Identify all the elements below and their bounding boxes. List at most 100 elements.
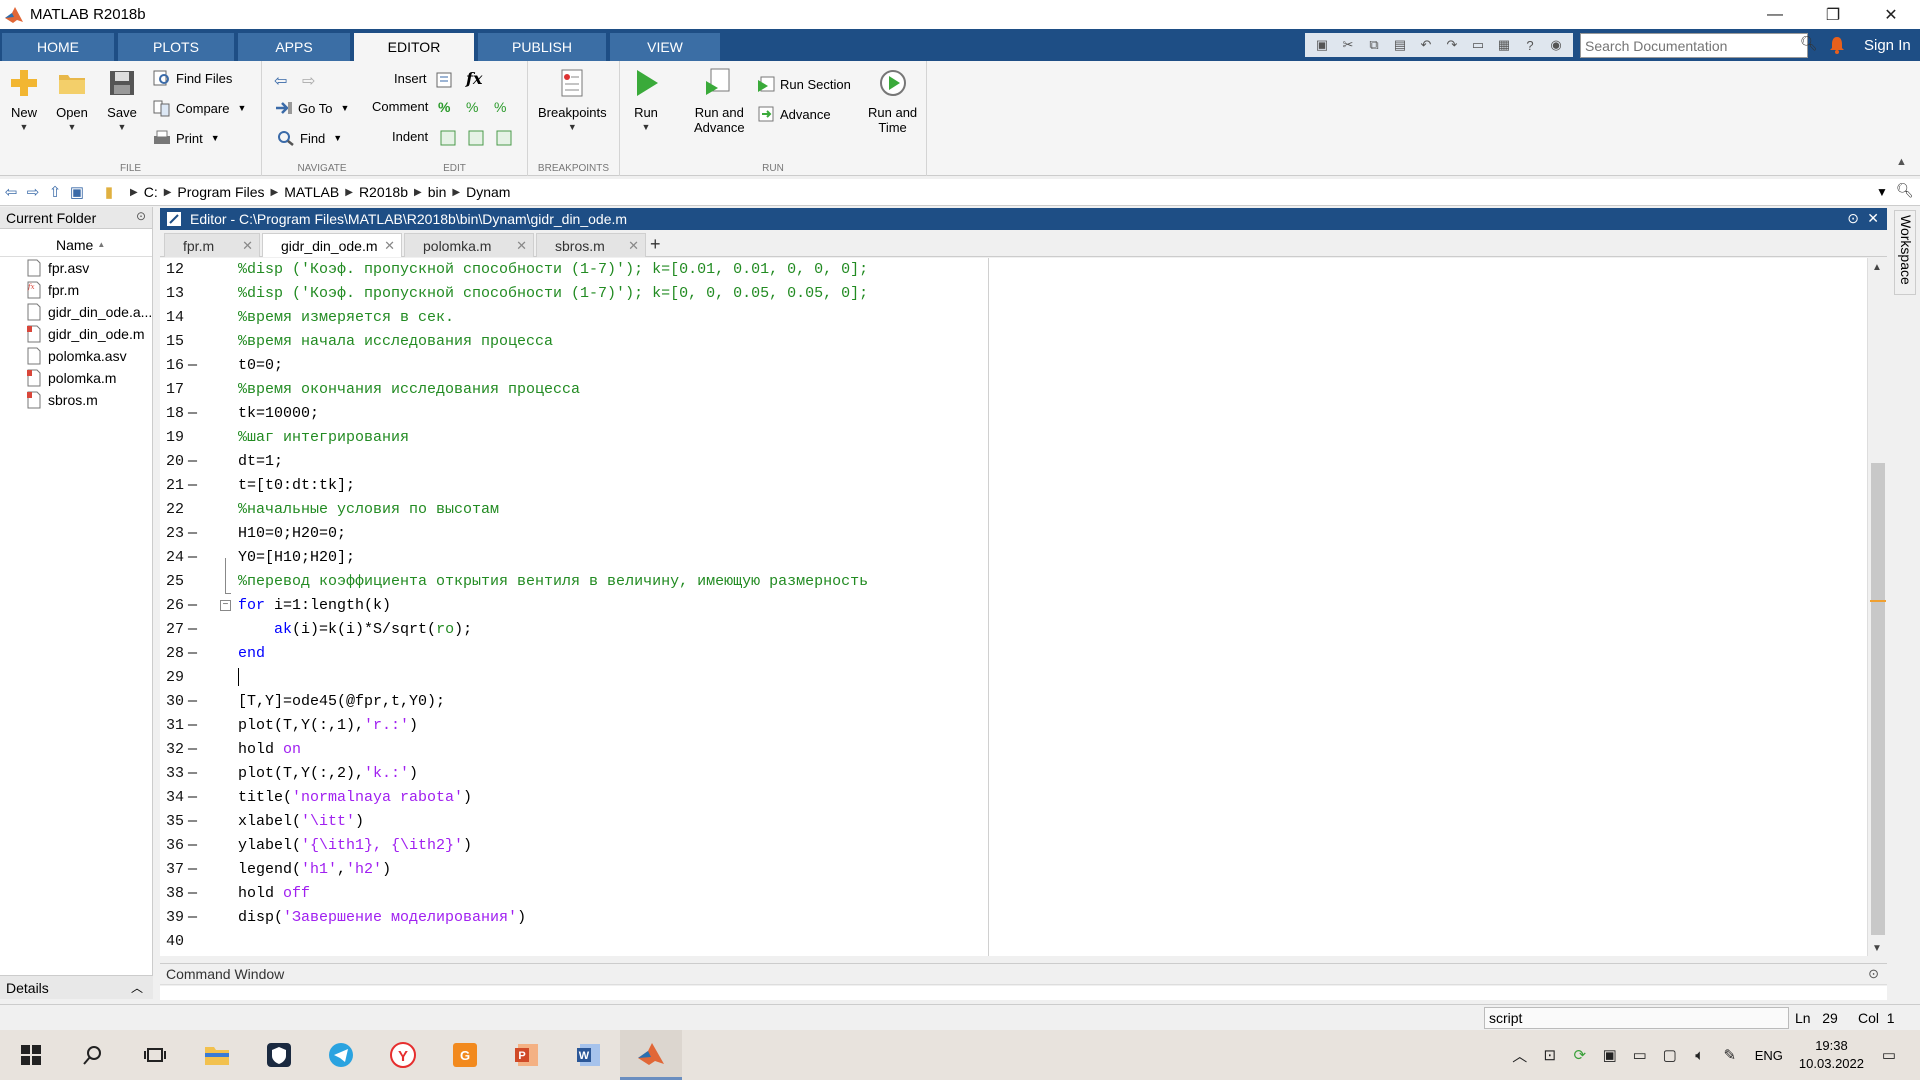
executable-line-marker[interactable]: —: [188, 810, 197, 834]
close-tab-icon[interactable]: ✕: [628, 238, 639, 254]
scroll-down-icon[interactable]: ▼: [1872, 943, 1882, 954]
up-folder-icon[interactable]: ⇧: [44, 181, 66, 203]
executable-line-marker[interactable]: —: [188, 882, 197, 906]
tab-polomka[interactable]: polomka.m ✕: [404, 233, 534, 257]
line-number[interactable]: 39: [160, 906, 184, 930]
input-language[interactable]: ENG: [1755, 1048, 1783, 1063]
tab-apps[interactable]: APPS: [238, 33, 350, 61]
taskbar-search-button[interactable]: [62, 1030, 124, 1080]
close-tab-icon[interactable]: ✕: [242, 238, 253, 254]
telegram-button[interactable]: [310, 1030, 372, 1080]
restore-button[interactable]: ❐: [1804, 0, 1862, 29]
run-and-advance-button[interactable]: Run and Advance: [694, 67, 745, 135]
smart-indent-icon[interactable]: [438, 129, 458, 147]
line-number[interactable]: 31: [160, 714, 184, 738]
code-line[interactable]: 17 %время окончания исследования процесса: [166, 378, 1838, 402]
line-number[interactable]: 37: [160, 858, 184, 882]
crumb-matlab[interactable]: MATLAB: [284, 184, 339, 200]
file-explorer-button[interactable]: [186, 1030, 248, 1080]
back-icon[interactable]: ⇦: [0, 181, 22, 203]
save-button[interactable]: Save ▼: [106, 67, 138, 135]
code-line[interactable]: 26— − for i=1:length(k): [166, 594, 1838, 618]
code-line[interactable]: 35— xlabel('\itt'): [166, 810, 1838, 834]
file-list-item[interactable]: polomka.asv: [0, 345, 152, 367]
executable-line-marker[interactable]: —: [188, 762, 197, 786]
line-number[interactable]: 33: [160, 762, 184, 786]
executable-line-marker[interactable]: —: [188, 594, 197, 618]
network-icon[interactable]: ▢: [1655, 1046, 1685, 1064]
add-tab-button[interactable]: +: [650, 234, 661, 255]
uncomment-icon[interactable]: %: [466, 99, 486, 117]
scrollbar-thumb[interactable]: [1871, 463, 1885, 935]
code-line[interactable]: 19 %шаг интегрирования: [166, 426, 1838, 450]
sign-in-link[interactable]: Sign In: [1864, 37, 1911, 54]
line-number[interactable]: 32: [160, 738, 184, 762]
comment-button[interactable]: Comment: [372, 99, 428, 114]
line-number[interactable]: 28: [160, 642, 184, 666]
line-number[interactable]: 23: [160, 522, 184, 546]
paste-icon[interactable]: ▤: [1387, 34, 1413, 56]
advance-button[interactable]: Advance: [756, 105, 831, 123]
display-icon[interactable]: ▣: [1595, 1046, 1625, 1064]
start-button[interactable]: [0, 1030, 62, 1080]
code-line[interactable]: 37— legend('h1','h2'): [166, 858, 1838, 882]
file-list-item[interactable]: gidr_din_ode.m: [0, 323, 152, 345]
layout-icon[interactable]: ▦: [1491, 34, 1517, 56]
line-number[interactable]: 16: [160, 354, 184, 378]
executable-line-marker[interactable]: —: [188, 618, 197, 642]
minimize-button[interactable]: —: [1746, 0, 1804, 29]
executable-line-marker[interactable]: —: [188, 402, 197, 426]
close-button[interactable]: ✕: [1862, 0, 1920, 29]
run-and-time-button[interactable]: Run and Time: [868, 67, 917, 135]
line-number[interactable]: 34: [160, 786, 184, 810]
executable-line-marker[interactable]: —: [188, 450, 197, 474]
line-number[interactable]: 29: [160, 666, 184, 690]
code-line[interactable]: 40: [166, 930, 1838, 954]
tab-fpr[interactable]: fpr.m ✕: [164, 233, 260, 257]
close-tab-icon[interactable]: ✕: [516, 238, 527, 254]
executable-line-marker[interactable]: —: [188, 354, 197, 378]
close-tab-icon[interactable]: ✕: [384, 238, 395, 254]
file-list-item[interactable]: gidr_din_ode.a...: [0, 301, 152, 323]
insert-section-icon[interactable]: [434, 71, 454, 89]
line-number[interactable]: 22: [160, 498, 184, 522]
yandex-browser-button[interactable]: Y: [372, 1030, 434, 1080]
code-line[interactable]: 27— ak(i)=k(i)*S/sqrt(ro);: [166, 618, 1838, 642]
collapse-ribbon-icon[interactable]: ▲: [1896, 156, 1907, 168]
forward-icon[interactable]: ⇨: [22, 181, 44, 203]
line-number[interactable]: 19: [160, 426, 184, 450]
battery-icon[interactable]: ▭: [1625, 1046, 1655, 1064]
crumb-bin[interactable]: bin: [428, 184, 447, 200]
executable-line-marker[interactable]: —: [188, 546, 197, 570]
command-window[interactable]: [160, 986, 1887, 1000]
code-line[interactable]: 18— tk=10000;: [166, 402, 1838, 426]
line-number[interactable]: 27: [160, 618, 184, 642]
executable-line-marker[interactable]: —: [188, 642, 197, 666]
code-line[interactable]: 23— H10=0;H20=0;: [166, 522, 1838, 546]
code-line[interactable]: 39— disp('Завершение моделирования'): [166, 906, 1838, 930]
code-line[interactable]: 36— ylabel('{\ith1}, {\ith2}'): [166, 834, 1838, 858]
crumb-dynam[interactable]: Dynam: [466, 184, 510, 200]
back-arrow-icon[interactable]: ⇦: [274, 71, 294, 90]
code-line[interactable]: 25 %перевод коэффициента открытия вентиля…: [166, 570, 1838, 594]
code-line[interactable]: 30— [T,Y]=ode45(@fpr,t,Y0);: [166, 690, 1838, 714]
webcam-icon[interactable]: ⊡: [1535, 1046, 1565, 1064]
vpn-app-button[interactable]: [248, 1030, 310, 1080]
line-number[interactable]: 20: [160, 450, 184, 474]
volume-icon[interactable]: 🔈︎: [1685, 1047, 1715, 1064]
tab-editor[interactable]: EDITOR: [354, 33, 474, 61]
code-lines[interactable]: 12 %disp ('Коэф. пропускной способности (…: [166, 258, 1838, 954]
line-number[interactable]: 26: [160, 594, 184, 618]
save-icon[interactable]: ▣: [1309, 34, 1335, 56]
find-button[interactable]: Find ▼: [276, 129, 342, 147]
breakpoints-button[interactable]: Breakpoints ▼: [538, 67, 607, 135]
code-editor[interactable]: 12 %disp ('Коэф. пропускной способности (…: [160, 258, 1887, 956]
executable-line-marker[interactable]: —: [188, 906, 197, 930]
crumb-r2018b[interactable]: R2018b: [359, 184, 408, 200]
file-list-item[interactable]: fx fpr.m: [0, 279, 152, 301]
matlab-taskbar-button[interactable]: [620, 1030, 682, 1080]
tab-gidr-din-ode[interactable]: gidr_din_ode.m ✕: [262, 233, 402, 257]
executable-line-marker[interactable]: —: [188, 738, 197, 762]
search-icon[interactable]: 🔍︎: [1800, 35, 1818, 52]
find-files-button[interactable]: Find Files: [152, 69, 232, 87]
